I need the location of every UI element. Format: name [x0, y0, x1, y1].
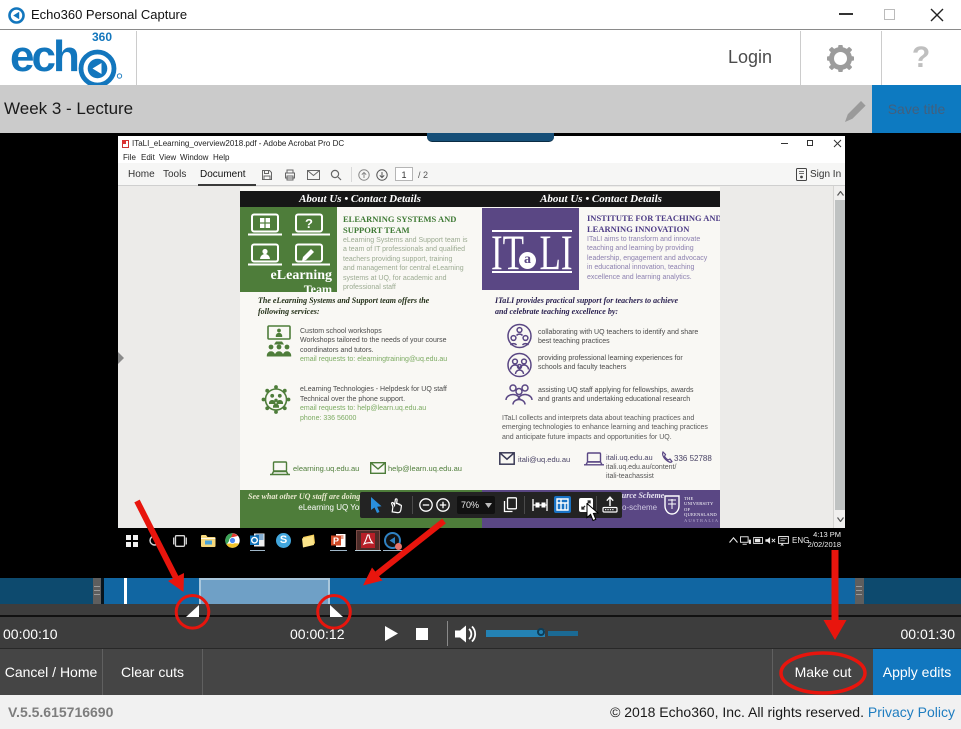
svg-text:?: ?	[305, 216, 313, 231]
svg-text:P: P	[333, 536, 339, 546]
